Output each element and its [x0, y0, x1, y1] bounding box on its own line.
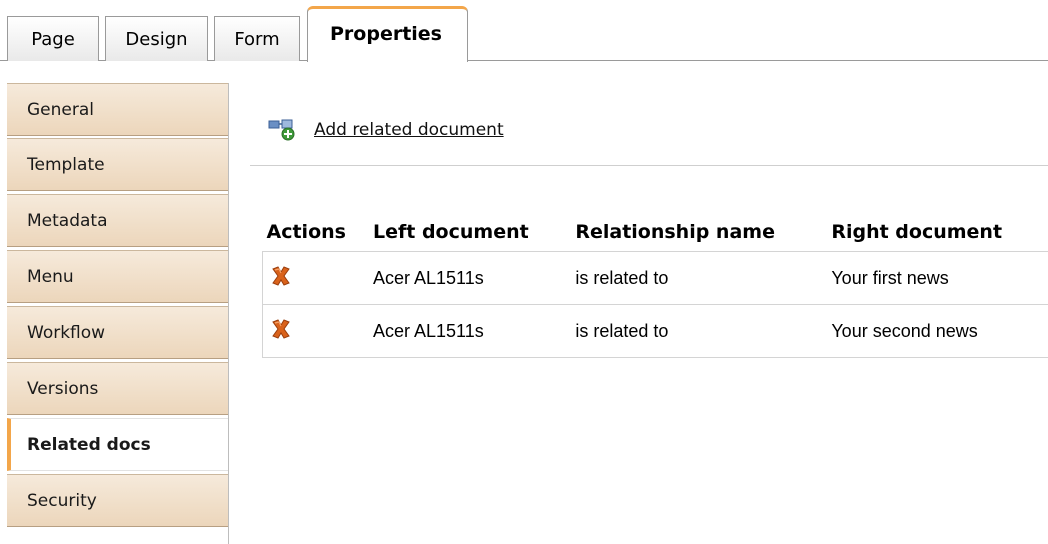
sidebar-item-metadata[interactable]: Metadata: [7, 194, 228, 247]
tab-design[interactable]: Design: [105, 16, 208, 61]
properties-sidebar: General Template Metadata Menu Workflow …: [7, 83, 229, 544]
section-divider: [250, 165, 1048, 166]
table-header-row: Actions Left document Relationship name …: [263, 213, 1048, 252]
right-document-cell: Your second news: [827, 304, 1048, 358]
tab-label: Properties: [330, 23, 442, 45]
main-content: Add related document Actions Left docume…: [250, 83, 1048, 544]
add-related-document-link[interactable]: Add related document: [268, 118, 504, 142]
add-related-document-label: Add related document: [314, 120, 504, 140]
sidebar-item-template[interactable]: Template: [7, 138, 228, 191]
tab-label: Page: [31, 28, 75, 50]
related-documents-table: Actions Left document Relationship name …: [262, 213, 1048, 358]
delete-icon[interactable]: [269, 317, 293, 341]
sidebar-item-label: Template: [27, 154, 105, 175]
sidebar-item-workflow[interactable]: Workflow: [7, 306, 228, 359]
sidebar-item-label: Workflow: [27, 322, 106, 343]
tab-bar: Page Design Form Properties: [0, 0, 1048, 62]
tab-properties[interactable]: Properties: [307, 6, 468, 62]
actions-cell: [262, 251, 369, 305]
sidebar-item-label: Related docs: [27, 434, 151, 455]
app-root: Page Design Form Properties General Temp…: [0, 0, 1048, 544]
sidebar-item-label: Versions: [27, 378, 99, 399]
sidebar-item-related-docs[interactable]: Related docs: [7, 418, 228, 471]
sidebar-item-menu[interactable]: Menu: [7, 250, 228, 303]
column-header-relationship-name: Relationship name: [575, 221, 775, 243]
sidebar-item-label: Security: [27, 490, 97, 511]
tab-page[interactable]: Page: [7, 16, 99, 61]
tab-label: Form: [234, 28, 280, 50]
tab-form[interactable]: Form: [214, 16, 300, 61]
sidebar-item-general[interactable]: General: [7, 83, 228, 136]
add-relationship-icon: [268, 118, 298, 142]
sidebar-item-label: Metadata: [27, 210, 108, 231]
column-header-left-document: Left document: [373, 221, 529, 243]
actions-cell: [262, 304, 369, 358]
sidebar-item-security[interactable]: Security: [7, 474, 228, 527]
table-row: Acer AL1511s is related to Your first ne…: [262, 251, 1048, 305]
table-row: Acer AL1511s is related to Your second n…: [262, 304, 1048, 358]
left-document-cell: Acer AL1511s: [369, 251, 572, 305]
column-header-right-document: Right document: [831, 221, 1003, 243]
left-document-cell: Acer AL1511s: [369, 304, 572, 358]
column-header-actions: Actions: [266, 221, 346, 243]
sidebar-item-versions[interactable]: Versions: [7, 362, 228, 415]
delete-icon[interactable]: [269, 264, 293, 288]
relationship-name-cell: is related to: [571, 251, 828, 305]
sidebar-item-label: Menu: [27, 266, 74, 287]
tab-label: Design: [125, 28, 188, 50]
relationship-name-cell: is related to: [571, 304, 828, 358]
right-document-cell: Your first news: [827, 251, 1048, 305]
sidebar-item-label: General: [27, 99, 94, 120]
